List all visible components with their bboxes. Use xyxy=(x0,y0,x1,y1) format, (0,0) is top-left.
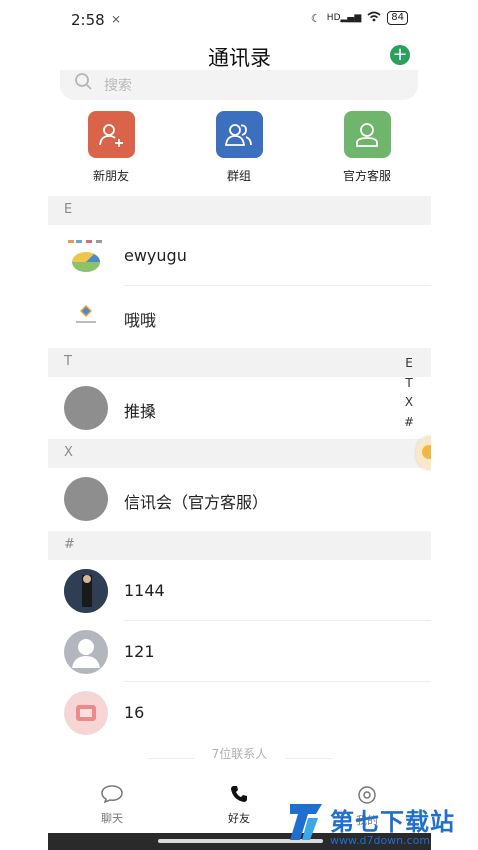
notification-icon: ⨯ xyxy=(111,12,122,26)
contact-count: 7位联系人 xyxy=(211,747,268,761)
tab-chat[interactable]: 聊天 xyxy=(77,784,147,826)
contact-name: 121 xyxy=(124,642,155,661)
chat-bubble-icon xyxy=(100,785,124,808)
search-input[interactable]: 搜索 xyxy=(60,70,418,100)
contact-name: 推搡 xyxy=(124,402,157,421)
new-friends-label: 新朋友 xyxy=(92,169,129,183)
status-bar: 2:58 ⨯ ☾ HD▂▄▆ 84 xyxy=(48,8,431,32)
avatar xyxy=(64,477,108,521)
contact-row[interactable]: 哦哦 xyxy=(48,287,431,347)
avatar xyxy=(64,234,108,278)
avatar xyxy=(64,295,108,339)
contacts-screen: 2:58 ⨯ ☾ HD▂▄▆ 84 通讯录 + 搜索 新朋友 群组 官方客服 E… xyxy=(48,0,431,850)
phone-icon xyxy=(229,786,249,808)
moon-icon: ☾ xyxy=(310,11,321,25)
section-header-e: E xyxy=(48,196,431,225)
battery-icon: 84 xyxy=(387,11,408,25)
section-header-t: T xyxy=(48,348,431,377)
section-header-hash: # xyxy=(48,531,431,560)
groups-label: 群组 xyxy=(226,169,251,183)
avatar xyxy=(64,386,108,430)
contact-name: 1144 xyxy=(124,581,165,600)
person-icon xyxy=(343,111,391,158)
tab-friends[interactable]: 好友 xyxy=(204,784,274,826)
official-service-button[interactable]: 官方客服 xyxy=(332,111,402,184)
groups-button[interactable]: 群组 xyxy=(204,111,274,184)
contact-row[interactable]: 121 xyxy=(48,622,431,682)
contact-name: 哦哦 xyxy=(124,311,157,330)
contact-name: 16 xyxy=(124,703,145,722)
wifi-icon xyxy=(367,11,381,25)
tab-friends-label: 好友 xyxy=(228,812,250,825)
search-icon xyxy=(74,72,94,96)
index-letter-x[interactable]: X xyxy=(402,393,416,413)
contact-name: 信讯会（官方客服） xyxy=(124,493,269,512)
watermark-title: 第七下载站 xyxy=(330,808,455,836)
contact-name: ewyugu xyxy=(124,246,187,265)
avatar xyxy=(64,691,108,735)
contact-row[interactable]: ewyugu xyxy=(48,226,431,286)
new-friends-button[interactable]: 新朋友 xyxy=(76,111,146,184)
add-contact-button[interactable]: + xyxy=(390,45,410,65)
contact-row[interactable]: 1144 xyxy=(48,561,431,621)
index-letter-e[interactable]: E xyxy=(402,354,416,374)
contact-row[interactable]: 信讯会（官方客服） xyxy=(48,469,431,529)
section-header-x: X xyxy=(48,439,431,468)
index-letter-hash[interactable]: # xyxy=(402,413,416,433)
contact-row[interactable]: 16 xyxy=(48,683,431,743)
alphabet-index[interactable]: E T X # xyxy=(402,354,416,432)
group-icon xyxy=(215,111,263,158)
signal-icon: HD▂▄▆ xyxy=(326,13,362,23)
avatar xyxy=(64,569,108,613)
add-person-icon xyxy=(87,111,135,158)
index-letter-t[interactable]: T xyxy=(402,374,416,394)
official-service-label: 官方客服 xyxy=(342,169,391,183)
search-placeholder: 搜索 xyxy=(104,78,132,94)
watermark-url: www.d7down.com xyxy=(330,834,431,847)
default-avatar-icon xyxy=(64,630,108,674)
tab-chat-label: 聊天 xyxy=(101,812,123,825)
page-title: 通讯录 xyxy=(208,46,271,70)
status-time: 2:58 xyxy=(71,11,105,29)
watermark-logo-icon xyxy=(290,804,322,840)
watermark: 第七下载站 www.d7down.com xyxy=(286,800,454,848)
contact-row[interactable]: 推搡 xyxy=(48,378,431,438)
